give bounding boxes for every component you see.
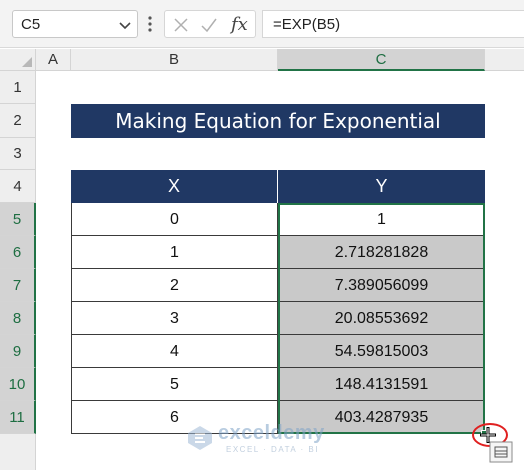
row-header-7[interactable]: 7 bbox=[0, 269, 36, 302]
column-header-b[interactable]: B bbox=[71, 49, 278, 71]
row-header-9[interactable]: 9 bbox=[0, 335, 36, 368]
quick-analysis-icon[interactable] bbox=[489, 441, 513, 463]
row-header-4[interactable]: 4 bbox=[0, 170, 36, 203]
cell-x[interactable]: 5 bbox=[71, 368, 278, 401]
chevron-down-icon[interactable] bbox=[117, 17, 133, 33]
row-header-6[interactable]: 6 bbox=[0, 236, 36, 269]
cell-x[interactable]: 1 bbox=[71, 236, 278, 269]
insert-function-button[interactable]: fx bbox=[231, 14, 248, 35]
watermark-tagline: EXCEL · DATA · BI bbox=[226, 445, 319, 454]
row-header-10[interactable]: 10 bbox=[0, 368, 36, 401]
cancel-icon[interactable] bbox=[172, 16, 190, 34]
formula-actions: fx bbox=[164, 10, 256, 38]
exceldemy-logo-icon bbox=[188, 426, 212, 450]
cell-x[interactable]: 4 bbox=[71, 335, 278, 368]
name-box[interactable]: C5 bbox=[12, 10, 138, 38]
table-header-x[interactable]: X bbox=[71, 170, 278, 203]
column-header-a[interactable]: A bbox=[36, 49, 71, 71]
table-header-y[interactable]: Y bbox=[278, 170, 485, 203]
row-header-11[interactable]: 11 bbox=[0, 401, 36, 434]
enter-check-icon[interactable] bbox=[200, 16, 218, 34]
cell-y[interactable]: 2.718281828 bbox=[278, 236, 485, 269]
row-header-12[interactable] bbox=[0, 434, 36, 470]
sheet-title-cell[interactable]: Making Equation for Exponential bbox=[71, 104, 485, 138]
formula-input[interactable]: =EXP(B5) bbox=[262, 10, 524, 38]
cell-y[interactable]: 148.4131591 bbox=[278, 368, 485, 401]
watermark: exceldemy EXCEL · DATA · BI bbox=[186, 418, 346, 458]
select-all-corner[interactable] bbox=[0, 49, 36, 71]
row-header-1[interactable]: 1 bbox=[0, 71, 36, 104]
select-all-triangle-icon bbox=[22, 57, 32, 67]
name-box-value: C5 bbox=[21, 16, 41, 33]
more-options-icon[interactable] bbox=[145, 14, 155, 34]
cell-x[interactable]: 0 bbox=[71, 203, 278, 236]
row-header-5[interactable]: 5 bbox=[0, 203, 36, 236]
formula-bar: C5 fx =EXP(B5) bbox=[0, 0, 524, 48]
cell-y[interactable]: 7.389056099 bbox=[278, 269, 485, 302]
row-header-2[interactable]: 2 bbox=[0, 104, 36, 138]
cell-y-active[interactable]: 1 bbox=[278, 203, 485, 236]
row-header-3[interactable]: 3 bbox=[0, 138, 36, 170]
column-header-c[interactable]: C bbox=[278, 49, 485, 71]
cell-x[interactable]: 2 bbox=[71, 269, 278, 302]
row-header-8[interactable]: 8 bbox=[0, 302, 36, 335]
watermark-name: exceldemy bbox=[218, 422, 325, 444]
cell-x[interactable]: 3 bbox=[71, 302, 278, 335]
cell-y[interactable]: 54.59815003 bbox=[278, 335, 485, 368]
formula-text: =EXP(B5) bbox=[273, 16, 341, 33]
column-header-d[interactable] bbox=[485, 49, 524, 71]
cell-y[interactable]: 20.08553692 bbox=[278, 302, 485, 335]
